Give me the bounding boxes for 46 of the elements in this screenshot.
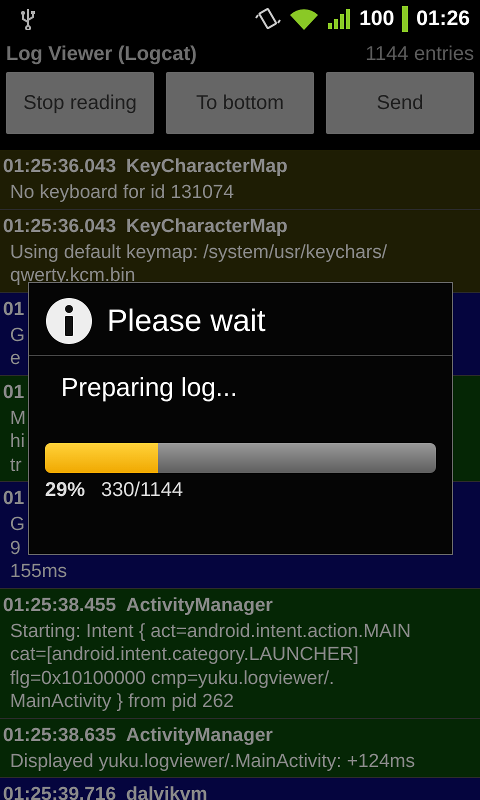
app-title: Log Viewer (Logcat) — [6, 42, 197, 66]
action-button[interactable]: Send — [326, 72, 474, 134]
progress-count: 330/1144 — [101, 479, 183, 502]
dialog-message: Preparing log... — [60, 372, 238, 403]
log-time: 01:25:38.635 — [3, 724, 116, 748]
log-message-fragment: e — [10, 348, 21, 369]
log-message: Starting: Intent { act=android.intent.action.MAIN cat=[android.intent.category.LAUNCHER] flg=0x10100000 cmp=yuku.logviewer/. MainActivity } from pid 262 — [9, 620, 412, 714]
info-icon — [45, 297, 93, 345]
log-tag: KeyCharacterMap — [126, 153, 288, 181]
wifi-icon — [289, 7, 320, 31]
usb-icon — [20, 8, 36, 30]
signal-icon — [327, 8, 352, 30]
log-tag: ActivityManager — [126, 722, 273, 750]
log-tag: KeyCharacterMap — [126, 212, 288, 240]
clock-time: 01:26 — [416, 7, 470, 31]
log-message-fragment: tr — [10, 454, 22, 476]
log-entry[interactable]: 01:25:38.635 ActivityManager Displayed yuku.logviewer/.MainActivity: +124ms — [0, 718, 480, 778]
log-message-fragment: M — [10, 408, 26, 428]
log-time: 01:25:39.716 — [3, 783, 116, 800]
log-time: 01:25:38.455 — [3, 594, 116, 618]
log-message-fragment: 9 — [10, 538, 21, 558]
log-message-fragment: hi — [10, 431, 25, 452]
log-entry[interactable]: 01:25:39.716 dalvikvm — [0, 778, 480, 800]
log-time: 01 — [3, 487, 24, 511]
entry-count: 1144 entries — [365, 42, 474, 66]
log-time: 01 — [3, 298, 24, 322]
action-button[interactable]: To bottom — [166, 72, 314, 134]
log-time: 01 — [3, 380, 24, 404]
log-message: No keyboard for id 131074 — [9, 181, 235, 204]
battery-icon — [402, 6, 408, 32]
log-message-fragment: G — [10, 324, 25, 346]
log-message: Using default keymap: /system/usr/keychars/ qwerty.kcm.bin — [9, 240, 388, 288]
action-button[interactable]: Stop reading — [6, 72, 154, 134]
log-entry[interactable]: 01:25:36.043 KeyCharacterMap No keyboard for id 131074 — [0, 150, 480, 210]
dialog-title: Please wait — [107, 303, 266, 339]
log-time: 01:25:36.043 — [3, 214, 116, 238]
log-message-fragment: 155ms — [10, 561, 68, 582]
log-message-fragment: G — [10, 514, 25, 535]
progress-percent: 29% — [45, 479, 86, 502]
vibrate-icon — [255, 7, 282, 31]
battery-level: 100 — [359, 7, 394, 31]
log-message: Displayed yuku.logviewer/.MainActivity: +124ms — [9, 750, 416, 773]
log-entry[interactable]: 01:25:38.455 ActivityManager Starting: Intent { act=android.intent.action.MAIN cat=[android.intent.category.LAUNCHER] flg=0x10100000 cmp=yuku.logviewer/. MainActivity } from pid 262 — [0, 588, 480, 718]
log-tag: ActivityManager — [126, 592, 273, 620]
log-time: 01:25:36.043 — [3, 155, 116, 179]
log-tag: dalvikvm — [126, 781, 208, 800]
